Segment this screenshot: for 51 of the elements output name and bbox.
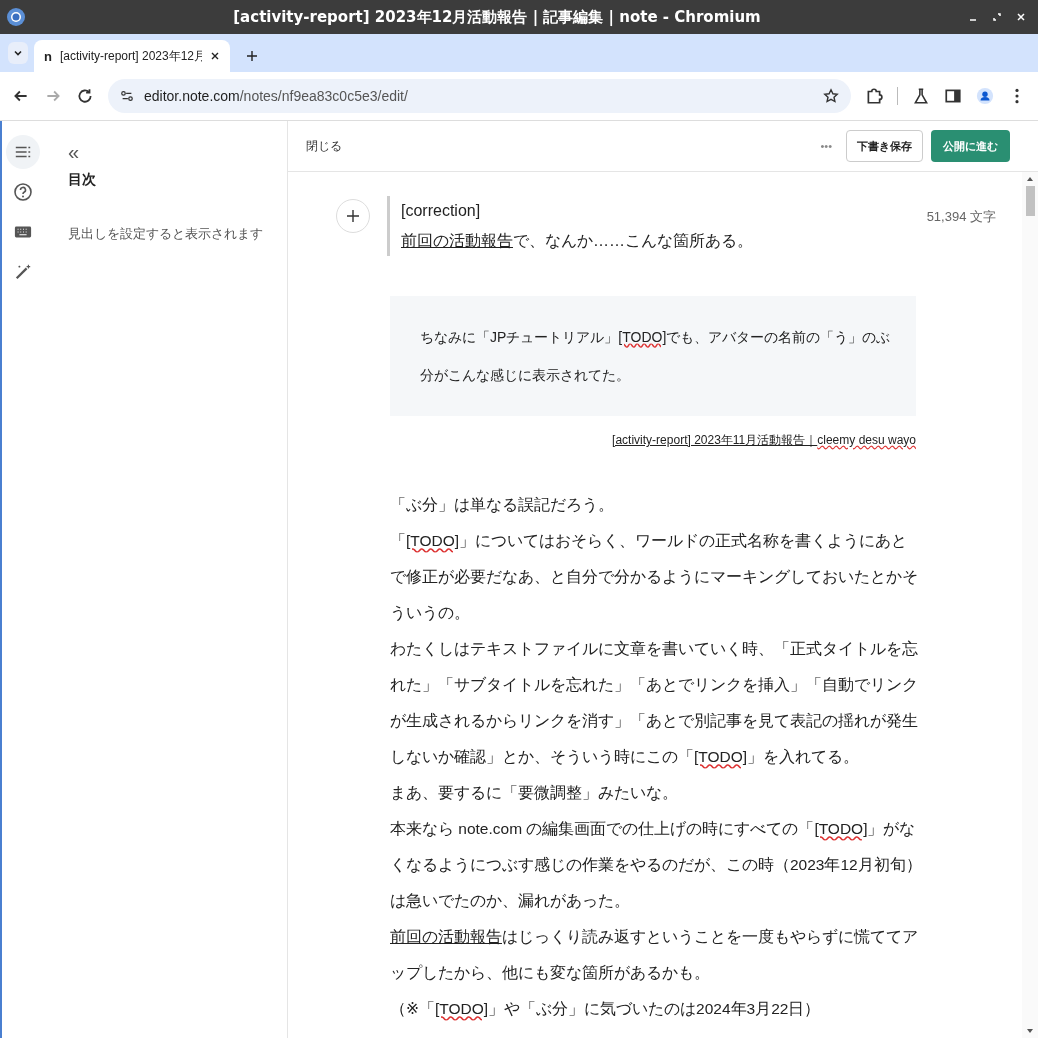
paragraph: 本来なら note.com の編集画面での仕上げの時にすべての「[TODO]」がなくなるようにつぶす感じの作業をやるのだが、この時（2023年12月初旬）は急いでたのか、漏れがあった。	[390, 819, 922, 911]
misspelled-word: [TODO]	[406, 532, 460, 549]
text-link[interactable]: 前回の活動報告	[390, 928, 502, 945]
add-block-button[interactable]	[336, 199, 370, 233]
star-icon[interactable]	[823, 88, 839, 104]
window-title: [activity-report] 2023年12月活動報告 | 記事編集 | note - Chromium	[232, 7, 762, 27]
misspelled-word: [TODO]	[694, 748, 748, 765]
scroll-up-icon[interactable]	[1026, 176, 1034, 182]
site-settings-icon[interactable]	[120, 89, 134, 103]
new-tab-icon[interactable]	[246, 50, 258, 62]
text-link[interactable]: 前回の活動報告	[401, 232, 513, 249]
misspelled-word: [TODO]	[435, 1000, 489, 1017]
citation-link[interactable]: [activity-report] 2023年11月活動報告｜	[612, 433, 818, 447]
save-draft-button[interactable]: 下書き保存	[846, 130, 923, 162]
misspelled-word: [TODO]	[618, 329, 667, 345]
misspelled-word: [TODO]	[814, 820, 868, 837]
paragraph: （※「[TODO]」や「ぶ分」に気づいたのは2024年3月22日）	[390, 999, 822, 1019]
paragraph: わたくしはテキストファイルに文章を書いていく時、「正式タイトルを忘れた」「サブタイトルを忘れた」「あとでリンクを挿入」「自動でリンクが生成されるからリンクを消す」「あとで別記事を見て表記の揺れが発生しないか確認」とか、そういう時にこの「[TODO]」を入れてる。	[390, 639, 919, 767]
address-bar[interactable]: editor.note.com/notes/nf9ea83c0c5e3/edit/	[108, 79, 851, 113]
flask-icon[interactable]	[912, 87, 930, 105]
reload-icon[interactable]	[76, 87, 94, 105]
browser-logo-icon	[6, 7, 26, 27]
scrollbar-thumb[interactable]	[1025, 186, 1035, 216]
extensions-icon[interactable]	[865, 87, 883, 105]
paragraph: 「[TODO]」についてはおそらく、ワールドの正式名称を書くようにあとで修正が必要だなあ、と自分で分かるようにマーキングしておいたとかそういうの。	[390, 531, 919, 623]
paragraph: まあ、要するに「要微調整」みたいな。	[390, 783, 679, 803]
plus-icon[interactable]	[346, 209, 360, 223]
more-button[interactable]: •••	[820, 140, 832, 152]
publish-button[interactable]: 公開に進む	[931, 130, 1010, 162]
caret-icon[interactable]	[13, 48, 23, 58]
quote-text: 前回の活動報告で、なんか……こんな箇所ある。	[401, 231, 754, 251]
tab-favicon: n	[44, 48, 52, 64]
collapse-button[interactable]: «	[68, 141, 86, 163]
close-link[interactable]: 閉じる	[306, 137, 342, 155]
sidebar-title: 目次	[68, 171, 97, 189]
embed-text: 分がこんな感じに表示されてた。	[420, 366, 631, 385]
url-text: editor.note.com/notes/nf9ea83c0c5e3/edit/	[144, 88, 409, 104]
tab-list-button[interactable]	[8, 42, 28, 64]
scroll-down-icon[interactable]	[1026, 1028, 1034, 1034]
side-panel-icon[interactable]	[944, 87, 962, 105]
profile-icon[interactable]	[976, 87, 994, 105]
maximize-icon[interactable]	[992, 12, 1002, 22]
scrollbar[interactable]	[1022, 172, 1038, 1038]
paragraph: 「ぶ分」は単なる誤記だろう。	[390, 495, 615, 515]
author-link[interactable]: cleemy desu wayo	[817, 433, 916, 447]
quote-title: [correction]	[401, 201, 482, 221]
empty-message: 見出しを設定すると表示されます	[68, 225, 264, 243]
close-icon[interactable]	[210, 51, 220, 61]
character-count: 51,394 文字	[926, 208, 997, 226]
paragraph: 前回の活動報告はじっくり読み返すということを一度もやらずに慌ててアップしたから、他にも変な箇所があるかも。	[390, 927, 919, 983]
toc-icon[interactable]	[6, 135, 40, 169]
